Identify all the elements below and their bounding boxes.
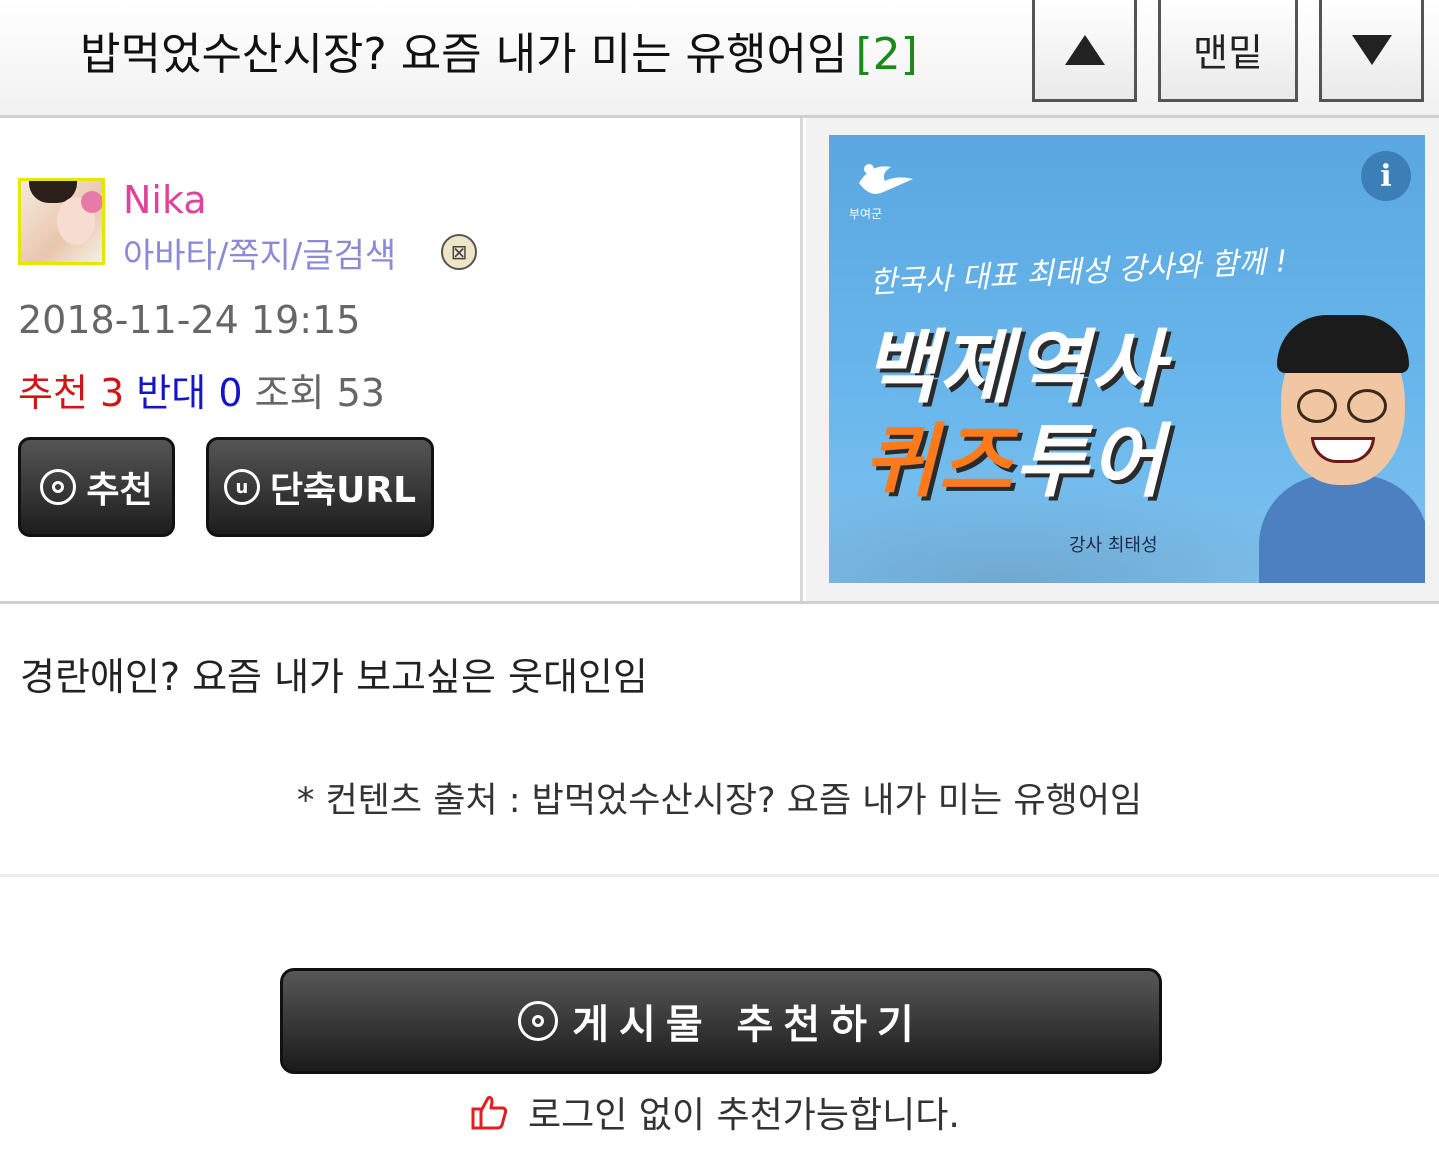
author-panel: Nika 아바타/쪽지/글검색 ⊠ 2018-11-24 19:15 추천 3 … <box>0 118 803 601</box>
views-label: 조회 <box>254 371 325 415</box>
ad-subtitle: 한국사 대표 최태성 강사와 함께 ! <box>868 244 1289 301</box>
author-links[interactable]: 아바타/쪽지/글검색 <box>123 228 396 277</box>
level-badge-icon: ⊠ <box>441 234 477 270</box>
recommend-count: 3 <box>100 371 125 415</box>
avatar[interactable] <box>18 178 105 265</box>
ad-headline-2: 퀴즈투어 <box>863 397 1165 513</box>
ad-banner[interactable]: 부여군 i 한국사 대표 최태성 강사와 함께 ! 백제역사 퀴즈투어 강사 최… <box>829 135 1425 583</box>
recommend-post-label: 게시물 추천하기 <box>572 1002 924 1048</box>
post-title: 밥먹었수산시장? 요즘 내가 미는 유행어임 [2] <box>80 18 918 82</box>
login-free-note-text: 로그인 없이 추천가능합니다. <box>528 1095 960 1136</box>
recommend-post-button[interactable]: 게시물 추천하기 <box>280 968 1162 1074</box>
post-content: 경란애인? 요즘 내가 보고싶은 웃대인임 <box>20 655 648 699</box>
oppose-count: 0 <box>218 371 243 415</box>
post-header: 밥먹었수산시장? 요즘 내가 미는 유행어임 [2] 맨밑 <box>0 0 1439 118</box>
divider <box>0 874 1439 877</box>
views-count: 53 <box>336 371 385 415</box>
post-date: 2018-11-24 19:15 <box>18 298 361 342</box>
target-icon <box>518 1001 559 1041</box>
post-title-text: 밥먹었수산시장? 요즘 내가 미는 유행어임 <box>80 29 848 80</box>
ad-teacher-name: 강사 최태성 <box>1069 535 1158 556</box>
content-source: * 컨텐츠 출처 : 밥먹었수산시장? 요즘 내가 미는 유행어임 <box>296 781 1143 821</box>
scroll-down-button[interactable] <box>1319 0 1424 102</box>
u-circle-icon: u <box>223 469 260 505</box>
scroll-up-button[interactable] <box>1032 0 1137 102</box>
ad-headline-orange: 퀴즈 <box>863 415 1015 508</box>
post-stats: 추천 3 반대 0 조회 53 <box>18 362 385 417</box>
buyeo-logo-icon <box>859 164 913 194</box>
triangle-up-icon <box>1064 34 1105 65</box>
login-free-note: 로그인 없이 추천가능합니다. <box>470 1086 960 1138</box>
short-url-button[interactable]: u 단축URL <box>206 437 434 537</box>
recommend-button-label: 추천 <box>86 470 153 511</box>
go-bottom-button[interactable]: 맨밑 <box>1158 0 1298 102</box>
short-url-button-label: 단축URL <box>269 470 417 511</box>
oppose-label: 반대 <box>136 371 207 415</box>
thumbs-up-icon <box>471 1096 508 1130</box>
ad-info-icon[interactable]: i <box>1361 151 1411 201</box>
author-nickname[interactable]: Nika <box>123 178 207 222</box>
comment-count[interactable]: [2] <box>855 29 917 80</box>
target-icon <box>40 469 77 505</box>
ad-headline-white: 투어 <box>1014 415 1166 508</box>
ad-logo-text: 부여군 <box>849 207 883 221</box>
triangle-down-icon <box>1351 34 1392 65</box>
recommend-button[interactable]: 추천 <box>18 437 175 537</box>
ad-person-image <box>1259 315 1425 583</box>
recommend-label: 추천 <box>18 371 88 415</box>
